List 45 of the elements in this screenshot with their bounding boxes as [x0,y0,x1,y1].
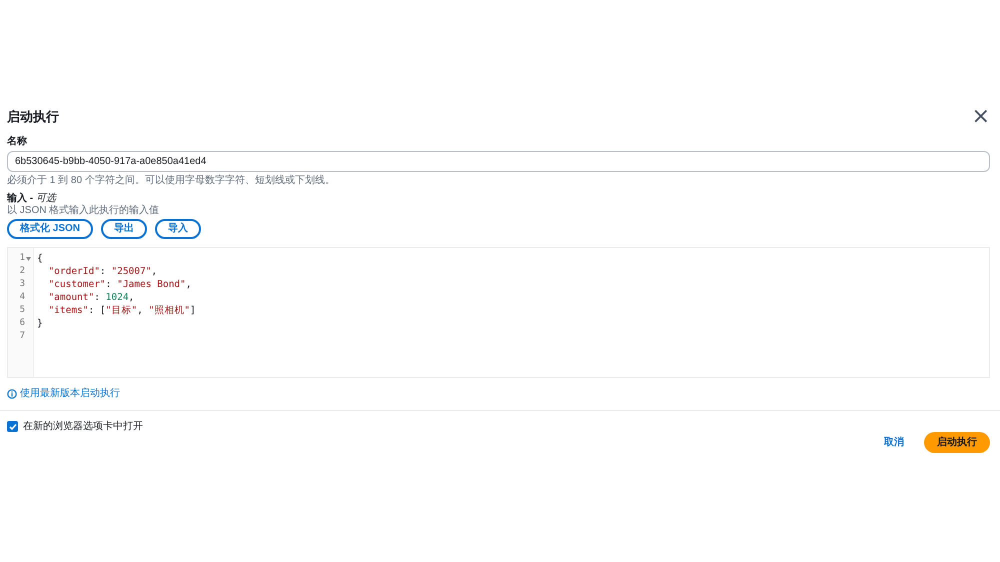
code-token: ] [190,305,196,316]
code-token: "照相机" [148,305,190,316]
code-token: } [37,318,43,329]
dialog-title: 启动执行 [7,108,59,126]
info-icon [7,388,17,398]
code-token: "amount" [47,292,94,303]
code-token: , [186,279,192,290]
checkbox[interactable] [7,421,18,432]
code-token: : [94,292,101,303]
outline-button[interactable]: 导出 [101,219,148,239]
cancel-button[interactable]: 取消 [884,435,904,450]
fold-caret-icon[interactable] [26,256,31,260]
close-button[interactable]: × [972,106,990,128]
code-token: "James Bond" [117,279,186,290]
field-label: 名称 [7,136,28,148]
line-number: 5 [20,304,25,317]
outline-button[interactable]: 导入 [155,219,202,239]
code-token: 1024 [106,292,129,303]
line-number: 3 [20,278,25,291]
line-number: 1 [20,252,25,265]
code-token: : [106,279,112,290]
section-label: 输入 - 可选 [7,193,58,204]
code-token: "目标" [106,305,138,316]
code-token: "customer" [47,279,106,290]
outline-button[interactable]: 格式化 JSON [7,219,94,239]
code-token: : [ [88,305,106,316]
code-token: , [151,266,158,277]
line-number: 6 [20,316,25,330]
code-token: , [128,292,134,303]
checkbox-label: 在新的浏览器选项卡中打开 [23,420,143,434]
line-number: 4 [20,290,25,304]
code-editor[interactable]: 1 2 3 4 5 6 7 { "orderId": "25007", "customer": "James Bond", "amount": 1024, "items": ["目标", "照相机"] } [7,247,990,378]
line-number: 7 [20,330,25,343]
version-link[interactable]: 使用最新版本启动执行 [20,386,120,401]
name-input-field[interactable]: 6b530645-b9bb-4050-917a-a0e850a41ed4 [7,151,990,172]
start-execution-button[interactable]: 启动执行 [924,432,990,453]
code-token: { [37,253,43,264]
section-description: 以 JSON 格式输入此执行的输入值 [7,205,160,217]
code-token: "25007" [111,266,152,277]
code-token: , [137,305,144,316]
code-token: "orderId" [47,266,100,277]
line-number: 2 [20,264,25,278]
field-hint: 必须介于 1 到 80 个字符之间。可以使用字母数字字符、短划线或下划线。 [7,175,336,187]
code-token: : [100,266,107,277]
code-token: "items" [47,305,88,316]
